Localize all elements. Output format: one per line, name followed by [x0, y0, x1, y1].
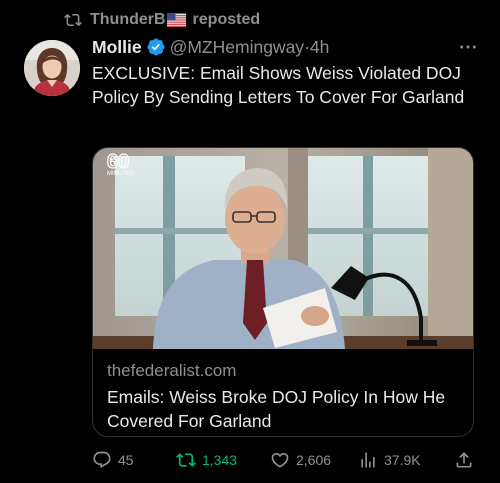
views-count: 37.9K — [384, 452, 421, 468]
action-bar: 45 1,343 2,606 37.9K — [92, 449, 482, 471]
repost-count: 1,343 — [202, 452, 238, 468]
like-count: 2,606 — [296, 452, 332, 468]
watermark-word: MINUTES — [107, 171, 134, 177]
repost-user[interactable]: ThunderB — [90, 11, 166, 29]
like-button[interactable]: 2,606 — [270, 449, 331, 471]
author-name[interactable]: Mollie — [92, 37, 142, 58]
verified-badge-icon — [146, 37, 166, 57]
card-domain: thefederalist.com — [107, 361, 237, 380]
share-button[interactable] — [454, 449, 480, 471]
avatar[interactable] — [24, 40, 80, 96]
share-icon — [454, 450, 474, 470]
repost-label: reposted — [192, 11, 261, 28]
views-icon — [358, 450, 378, 470]
tweet-text: EXCLUSIVE: Email Shows Weiss Violated DO… — [92, 63, 465, 107]
reply-count: 45 — [118, 452, 134, 468]
views-button[interactable]: 37.9K — [358, 449, 421, 471]
more-options-icon[interactable] — [458, 39, 478, 55]
card-title[interactable]: Emails: Weiss Broke DOJ Policy In How He… — [107, 385, 459, 433]
author-handle[interactable]: @MZHemingway — [170, 37, 304, 58]
link-card[interactable]: 60 MINUTES thefederalist.com Emails: Wei… — [92, 147, 474, 437]
card-image[interactable]: 60 MINUTES — [93, 148, 473, 349]
reply-icon — [92, 450, 112, 470]
watermark-number: 60 — [107, 151, 129, 173]
flag-us-icon — [166, 13, 186, 27]
repost-context[interactable]: ThunderB reposted — [64, 9, 260, 31]
like-icon — [270, 450, 290, 470]
repost-button[interactable]: 1,343 — [176, 449, 237, 471]
reply-button[interactable]: 45 — [92, 449, 134, 471]
repost-icon — [64, 11, 82, 29]
tweet-header: Mollie @MZHemingway · 4h — [92, 35, 482, 59]
repost-action-icon — [176, 450, 196, 470]
timestamp[interactable]: 4h — [310, 37, 329, 58]
